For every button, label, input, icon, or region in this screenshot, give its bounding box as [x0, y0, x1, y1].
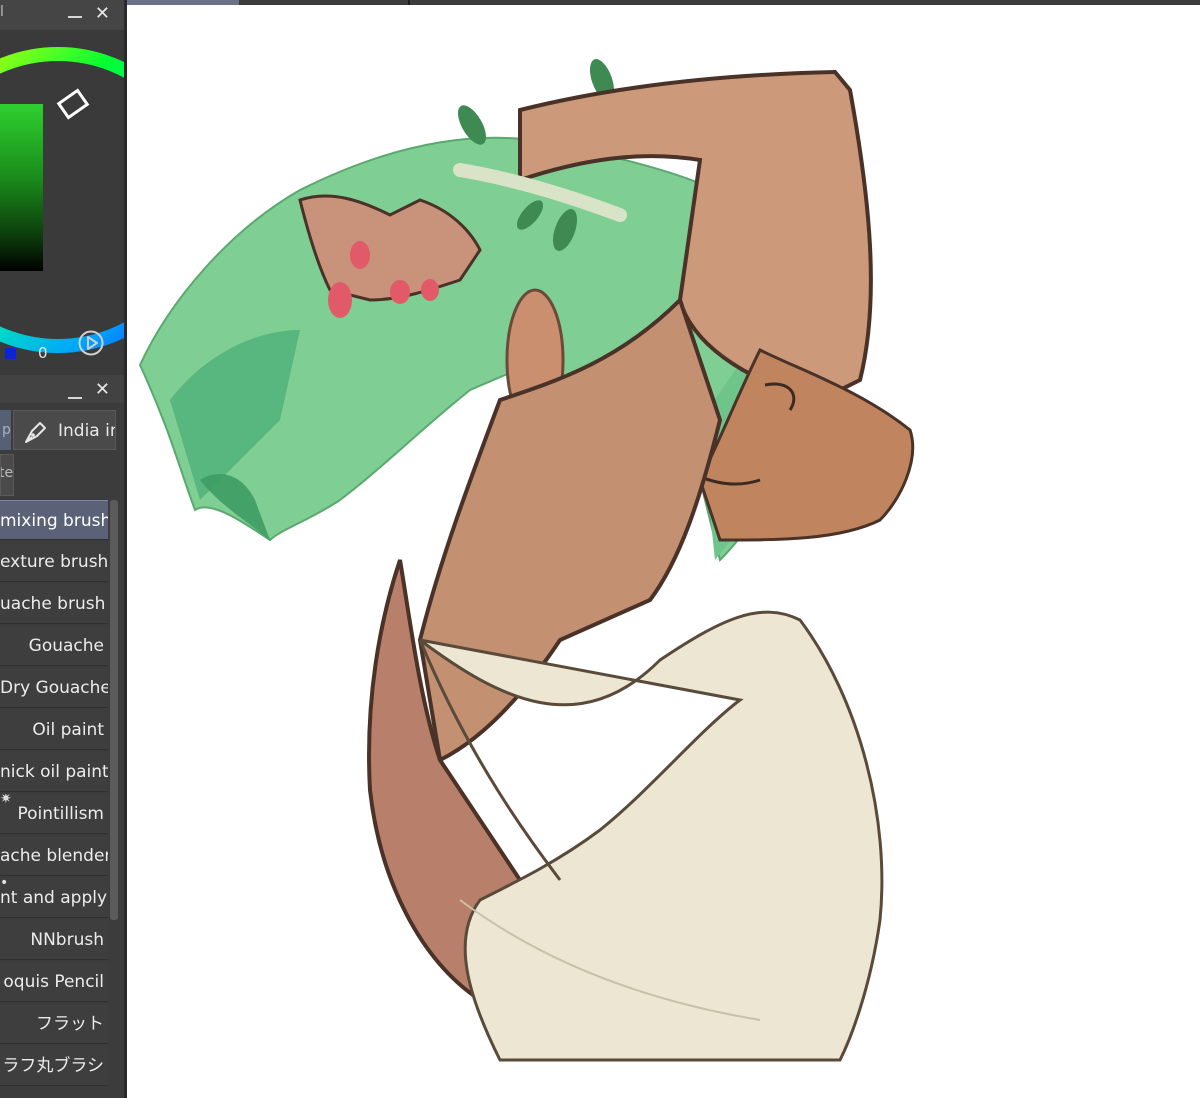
brush-item-label: nt and apply: [0, 888, 108, 908]
active-canvas-tab[interactable]: [127, 0, 239, 5]
brush-item[interactable]: mixing brush: [0, 500, 108, 540]
brush-item-label: mixing brush: [0, 511, 108, 531]
brush-item[interactable]: oquis Pencil: [0, 962, 108, 1002]
brush-item-label: uache brush: [0, 594, 106, 614]
brush-item-label: Oil paint: [32, 720, 104, 740]
brush-item[interactable]: Oil paint: [0, 710, 108, 750]
color-panel-close-icon[interactable]: ✕: [95, 4, 110, 24]
brush-item[interactable]: NNbrush: [0, 920, 108, 960]
blue-color-chip: [5, 348, 16, 359]
brush-tab-label: India ir: [58, 421, 116, 441]
brush-item[interactable]: uache brush: [0, 584, 108, 624]
brush-item[interactable]: ✷ Pointillism: [0, 794, 108, 834]
tab-divider: [408, 0, 410, 5]
brush-item-label: oquis Pencil: [3, 972, 104, 992]
brush-item-label: Pointillism: [17, 804, 104, 824]
brush-item[interactable]: • nt and apply: [0, 878, 108, 918]
color-panel-minimize-icon[interactable]: [68, 16, 82, 18]
brush-item-label: NNbrush: [30, 930, 104, 950]
brush-item[interactable]: ache blender: [0, 836, 108, 876]
brush-tip-icon: •: [0, 878, 9, 891]
color-wheel-panel: 0: [0, 30, 127, 375]
brush-item[interactable]: exture brush: [0, 542, 108, 582]
brush-item-label: ache blender: [0, 846, 108, 866]
canvas-tab-strip: [127, 0, 1200, 5]
brush-tab-previous[interactable]: p: [0, 410, 11, 450]
brush-item-label: ラフ丸ブラシ: [2, 1056, 104, 1076]
saturation-value-square[interactable]: [0, 104, 43, 271]
brush-tip-icon: ✷: [0, 794, 12, 807]
brush-tab-previous-label: p: [2, 422, 11, 438]
brush-subtab-label: te: [0, 465, 14, 481]
brush-item-label: フラット: [36, 1014, 104, 1034]
brush-group-tabs: p India ir: [0, 406, 124, 452]
brush-item-label: exture brush: [0, 552, 108, 572]
brush-panel-close-icon[interactable]: ✕: [95, 380, 110, 400]
brush-subtab[interactable]: te: [0, 454, 14, 496]
artwork-illustration: [138, 59, 915, 1062]
brush-tab-india-ink[interactable]: India ir: [13, 410, 116, 450]
brush-item-label: Gouache: [28, 636, 104, 656]
play-circle-icon[interactable]: [78, 330, 104, 356]
color-panel-title: l: [0, 4, 4, 20]
brush-item[interactable]: Gouache: [0, 626, 108, 666]
brush-item[interactable]: Dry Gouache: [0, 668, 108, 708]
drawing-canvas[interactable]: [127, 0, 1200, 1098]
brush-item-label: Dry Gouache: [0, 678, 108, 698]
brush-list-scrollbar[interactable]: [110, 500, 118, 920]
brush-item-label: nick oil paint: [0, 762, 108, 782]
brush-panel-titlebar: ✕: [0, 375, 124, 403]
color-panel-titlebar: l ✕: [0, 0, 124, 30]
pen-nib-icon: [25, 422, 46, 443]
color-value-readout: 0: [38, 344, 48, 362]
brush-item[interactable]: nick oil paint: [0, 752, 108, 792]
brush-item[interactable]: フラット: [0, 1004, 108, 1044]
brush-item[interactable]: ラフ丸ブラシ: [0, 1046, 108, 1086]
brush-panel-minimize-icon[interactable]: [68, 397, 82, 399]
left-tool-panel: l ✕ 0 ✕ p India ir te mixing brush extur…: [0, 0, 127, 1098]
